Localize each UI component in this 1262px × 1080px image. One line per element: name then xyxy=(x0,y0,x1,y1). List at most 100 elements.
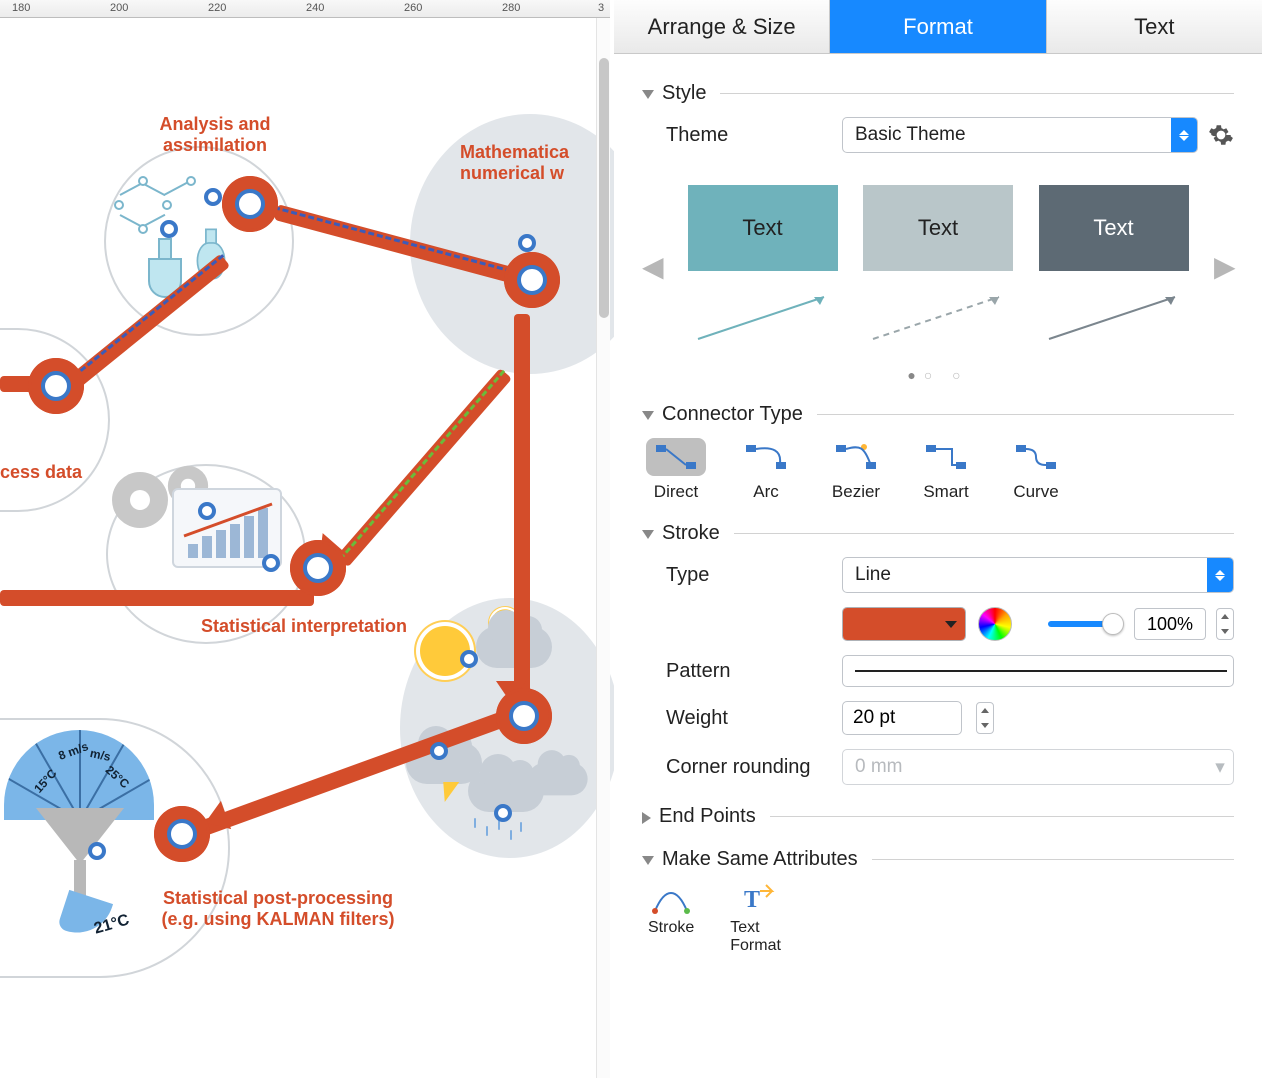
make-same-text-format-button[interactable]: T TextFormat xyxy=(730,883,781,955)
theme-preview-2[interactable]: Text xyxy=(863,185,1013,347)
color-wheel-button[interactable] xyxy=(978,607,1012,641)
selection-handle[interactable] xyxy=(198,502,216,520)
section-header-connector[interactable]: Connector Type xyxy=(642,403,1234,426)
tab-format[interactable]: Format xyxy=(830,0,1046,53)
section-header-stroke[interactable]: Stroke xyxy=(642,522,1234,545)
opacity-stepper[interactable] xyxy=(1216,608,1234,640)
theme-page-dots[interactable]: ●○ ○ xyxy=(642,367,1234,383)
section-header-make-same[interactable]: Make Same Attributes xyxy=(642,848,1234,871)
theme-select-value: Basic Theme xyxy=(855,124,966,146)
connector-smart-button[interactable]: Smart xyxy=(916,438,976,502)
inspector-panel: Arrange & Size Format Text Style Theme B… xyxy=(614,0,1262,1080)
stroke-type-label: Type xyxy=(642,564,842,587)
canvas-content[interactable]: 8 m/s m/s 15°C 25°C 21°C xyxy=(0,18,610,1080)
section-end-points: End Points xyxy=(642,805,1234,828)
edge-endpoint[interactable] xyxy=(222,176,278,232)
selection-handle[interactable] xyxy=(430,742,448,760)
section-make-same-attributes: Make Same Attributes Stroke T TextFormat xyxy=(642,848,1234,955)
ruler-tick: 180 xyxy=(12,2,30,14)
theme-box: Text xyxy=(688,185,838,271)
section-header-style[interactable]: Style xyxy=(642,82,1234,105)
slider-knob[interactable] xyxy=(1102,613,1124,635)
scrollbar-thumb[interactable] xyxy=(599,58,609,318)
trend-line-icon xyxy=(182,500,276,538)
chevron-down-icon: ▾ xyxy=(1207,756,1233,779)
ruler-tick: 3 xyxy=(598,2,604,14)
selection-handle[interactable] xyxy=(160,220,178,238)
selection-handle[interactable] xyxy=(204,188,222,206)
theme-next-button[interactable]: ▶ xyxy=(1214,250,1234,283)
stroke-type-select[interactable]: Line xyxy=(842,557,1234,593)
edge-endpoint[interactable] xyxy=(28,358,84,414)
weight-label: Weight xyxy=(642,707,842,730)
node-label-stat-post: Statistical post-processing(e.g. using K… xyxy=(138,888,418,929)
gear-icon xyxy=(112,472,168,528)
disclosure-triangle-icon xyxy=(642,90,654,99)
section-header-end-points[interactable]: End Points xyxy=(642,805,1234,828)
corner-rounding-select[interactable]: 0 mm ▾ xyxy=(842,749,1234,785)
molecule-icon xyxy=(114,176,204,236)
section-title: Stroke xyxy=(662,522,720,545)
edge[interactable] xyxy=(336,368,512,567)
vertical-scrollbar[interactable] xyxy=(596,18,610,1078)
ruler-tick: 260 xyxy=(404,2,422,14)
tab-arrange-size[interactable]: Arrange & Size xyxy=(614,0,830,53)
weight-input[interactable]: 20 pt xyxy=(842,701,962,735)
section-title: Make Same Attributes xyxy=(662,848,858,871)
pattern-select[interactable] xyxy=(842,655,1234,687)
selection-handle[interactable] xyxy=(88,842,106,860)
chevron-updown-icon xyxy=(1171,118,1197,152)
edge-endpoint[interactable] xyxy=(154,806,210,862)
edge-endpoint[interactable] xyxy=(504,252,560,308)
connector-arc-button[interactable]: Arc xyxy=(736,438,796,502)
selection-handle[interactable] xyxy=(518,234,536,252)
section-stroke: Stroke Type Line 1 xyxy=(642,522,1234,785)
connector-direct-button[interactable]: Direct xyxy=(646,438,706,502)
tab-text[interactable]: Text xyxy=(1047,0,1262,53)
theme-box: Text xyxy=(1039,185,1189,271)
selection-handle[interactable] xyxy=(460,650,478,668)
pattern-label: Pattern xyxy=(642,660,842,683)
text-format-icon: T xyxy=(736,883,776,915)
theme-prev-button[interactable]: ◀ xyxy=(642,250,662,283)
cloud-icon xyxy=(528,763,587,796)
theme-preview-3[interactable]: Text xyxy=(1039,185,1189,347)
weight-stepper[interactable] xyxy=(976,702,994,734)
make-same-stroke-button[interactable]: Stroke xyxy=(648,883,694,955)
section-title: End Points xyxy=(659,805,756,828)
opacity-value[interactable]: 100% xyxy=(1134,608,1206,640)
selection-handle[interactable] xyxy=(494,804,512,822)
section-title: Style xyxy=(662,82,706,105)
edge-endpoint[interactable] xyxy=(290,540,346,596)
theme-arrow-icon xyxy=(1039,287,1189,347)
diagram-canvas[interactable]: 180 200 220 240 260 280 3 xyxy=(0,0,610,1080)
inspector-tabs: Arrange & Size Format Text xyxy=(614,0,1262,54)
horizontal-ruler: 180 200 220 240 260 280 3 xyxy=(0,0,610,18)
gear-icon[interactable] xyxy=(1208,122,1234,148)
connector-curve-button[interactable]: Curve xyxy=(1006,438,1066,502)
node-label-stat-interp: Statistical interpretation xyxy=(174,616,434,637)
edge-endpoint[interactable] xyxy=(496,688,552,744)
theme-select[interactable]: Basic Theme xyxy=(842,117,1198,153)
theme-box: Text xyxy=(863,185,1013,271)
theme-arrow-icon xyxy=(863,287,1013,347)
ruler-tick: 200 xyxy=(110,2,128,14)
theme-label: Theme xyxy=(642,124,842,147)
stroke-type-value: Line xyxy=(855,564,891,586)
dropdown-icon xyxy=(945,621,957,628)
opacity-slider[interactable] xyxy=(1048,621,1122,627)
stroke-color-well[interactable] xyxy=(842,607,966,641)
ruler-tick: 280 xyxy=(502,2,520,14)
disclosure-triangle-icon xyxy=(642,530,654,539)
corner-rounding-label: Corner rounding xyxy=(642,756,842,779)
connector-bezier-button[interactable]: Bezier xyxy=(826,438,886,502)
selection-handle[interactable] xyxy=(262,554,280,572)
edge[interactable] xyxy=(514,314,530,718)
disclosure-triangle-icon xyxy=(642,856,654,865)
section-connector-type: Connector Type Direct Arc Bezier xyxy=(642,403,1234,502)
node-label-process: cess data xyxy=(0,462,100,483)
corner-rounding-placeholder: 0 mm xyxy=(855,756,903,778)
theme-preview-1[interactable]: Text xyxy=(688,185,838,347)
edge[interactable] xyxy=(0,590,314,606)
theme-arrow-icon xyxy=(688,287,838,347)
